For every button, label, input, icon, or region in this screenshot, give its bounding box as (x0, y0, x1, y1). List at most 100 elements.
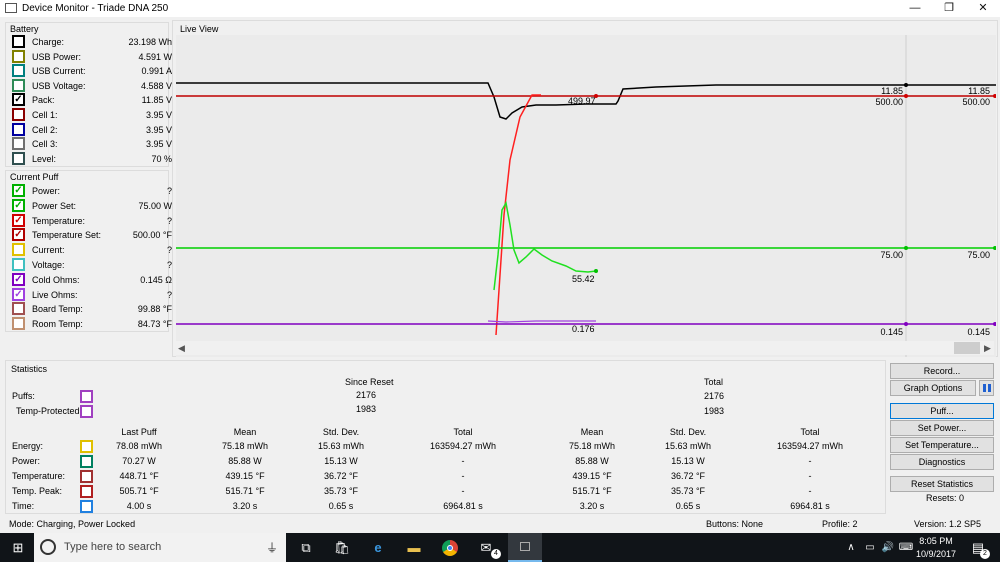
scrollbar-thumb[interactable] (954, 342, 980, 354)
clock-date[interactable]: 10/9/2017 (914, 549, 958, 559)
row-label: Live Ohms: (32, 289, 78, 300)
row-value: 0.145 Ω (140, 274, 172, 285)
series-checkbox[interactable]: ✓ (12, 198, 25, 212)
set-temperature-button[interactable]: Set Temperature... (890, 437, 994, 453)
device-monitor-icon (520, 542, 530, 551)
stat-cell: 163594.27 mWh (776, 441, 844, 451)
stat-row-label: Time: (12, 501, 35, 511)
microphone-icon[interactable]: ⏚ (266, 539, 278, 556)
series-checkbox[interactable] (12, 151, 25, 165)
row-label: Cell 1: (32, 110, 58, 120)
temp-marker-1 (904, 94, 908, 98)
series-checkbox[interactable]: ✓ (12, 184, 25, 197)
stat-row-label: Temp. Peak: (12, 486, 63, 496)
current-puff-title: Current Puff (10, 172, 59, 182)
stat-cell: 439.15 °F (225, 471, 265, 481)
stat-cell: - (461, 456, 465, 466)
stat-cell: 85.88 W (228, 456, 262, 466)
stat-cell: 15.13 W (671, 456, 705, 466)
row-label: Cell 3: (32, 139, 58, 150)
search-box[interactable]: Type here to search ⏚ (34, 533, 286, 562)
temp-protected-color-box[interactable] (80, 405, 93, 418)
series-checkbox[interactable]: ✓ (12, 213, 25, 227)
series-checkbox[interactable] (12, 302, 25, 316)
stat-color-box[interactable] (80, 455, 93, 468)
puff-button[interactable]: Puff... (890, 403, 994, 419)
series-checkbox[interactable]: ✓ (12, 287, 25, 301)
edge-icon[interactable]: e (364, 536, 392, 560)
row-value: 4.588 V (140, 80, 172, 91)
set-power-button[interactable]: Set Power... (890, 420, 994, 436)
stat-column-header: Std. Dev. (669, 427, 707, 437)
stat-cell: 85.88 W (575, 456, 609, 466)
record-button[interactable]: Record... (890, 363, 994, 379)
battery-row: USB Voltage: 4.588 V (12, 78, 172, 93)
taskbar: ⊞ Type here to search ⏚ ⧉ 🛍 e ▬ ✉ 4 ∧ ▭ … (0, 533, 1000, 562)
volume-icon[interactable]: 🔊 (880, 536, 896, 560)
row-label: USB Current: (32, 66, 86, 77)
series-checkbox[interactable] (12, 122, 25, 136)
series-checkbox[interactable]: ✓ (12, 228, 25, 242)
series-checkbox[interactable] (12, 137, 25, 151)
close-button[interactable]: ✕ (966, 0, 1000, 17)
pack-right-label-2: 11.85 (968, 86, 990, 96)
puffs-color-box[interactable] (80, 390, 93, 403)
horizontal-scrollbar[interactable]: ◀ ▶ (176, 341, 994, 355)
scroll-right-icon[interactable]: ▶ (984, 343, 991, 354)
current-puff-row: Voltage:? (12, 258, 172, 272)
clock-time[interactable]: 8:05 PM (918, 536, 954, 546)
series-checkbox[interactable] (12, 49, 25, 63)
series-checkbox[interactable] (12, 243, 25, 257)
battery-title: Battery (10, 24, 39, 34)
stat-color-box[interactable] (80, 485, 93, 498)
stat-color-box[interactable] (80, 500, 93, 513)
stat-row-label: Power: (12, 456, 41, 466)
store-icon[interactable]: 🛍 (328, 536, 356, 560)
temp-right-label-1: 500.00 (875, 97, 903, 107)
total-header: Total (704, 377, 724, 387)
series-checkbox[interactable] (12, 78, 25, 92)
stat-color-box[interactable] (80, 470, 93, 483)
current-puff-row: ✓ Power Set: 75.00 W (12, 198, 172, 213)
windows-start-icon[interactable]: ⊞ (4, 536, 32, 560)
chrome-icon[interactable] (436, 536, 464, 560)
row-value: 4.591 W (138, 51, 172, 62)
series-checkbox[interactable] (12, 317, 25, 331)
pause-button[interactable] (979, 380, 994, 396)
stat-cell: 3.20 s (579, 501, 605, 511)
temp-right-label-2: 500.00 (962, 97, 990, 107)
row-label: Board Temp: (32, 304, 83, 315)
maximize-button[interactable]: ❐ (932, 0, 966, 17)
language-icon[interactable]: ⌨ (898, 536, 914, 560)
series-checkbox[interactable] (12, 64, 25, 78)
power-marker (594, 269, 598, 273)
stat-color-box[interactable] (80, 440, 93, 453)
app-icon (5, 3, 17, 13)
series-checkbox[interactable]: ✓ (12, 272, 25, 286)
stat-cell: 448.71 °F (119, 471, 159, 481)
show-hidden-icons[interactable]: ∧ (843, 536, 859, 560)
task-view-icon[interactable]: ⧉ (292, 536, 320, 560)
device-monitor-taskbar-button[interactable] (508, 533, 542, 562)
stat-cell: 36.72 °F (670, 471, 706, 481)
series-checkbox[interactable]: ✓ (12, 93, 25, 107)
battery-icon[interactable]: ▭ (862, 536, 878, 560)
stat-cell: 70.27 W (122, 456, 156, 466)
stat-cell: 15.63 mWh (664, 441, 712, 451)
series-checkbox[interactable] (12, 108, 25, 121)
scroll-left-icon[interactable]: ◀ (178, 343, 185, 354)
graph-options-button[interactable]: Graph Options (890, 380, 976, 396)
series-checkbox[interactable] (12, 35, 25, 48)
search-placeholder: Type here to search (64, 541, 162, 553)
reset-statistics-button[interactable]: Reset Statistics (890, 476, 994, 492)
series-checkbox[interactable] (12, 258, 25, 271)
pack-mid-label: 499.97 (568, 96, 596, 106)
temp-protected-label: Temp-Protected: (16, 406, 83, 416)
file-explorer-icon[interactable]: ▬ (400, 536, 428, 560)
current-puff-row: Current:? (12, 243, 172, 257)
minimize-button[interactable]: — (898, 0, 932, 17)
power-right-label-2: 75.00 (967, 250, 990, 260)
diagnostics-button[interactable]: Diagnostics (890, 454, 994, 470)
stat-cell: 6964.81 s (443, 501, 483, 511)
row-label: Pack: (32, 95, 55, 106)
